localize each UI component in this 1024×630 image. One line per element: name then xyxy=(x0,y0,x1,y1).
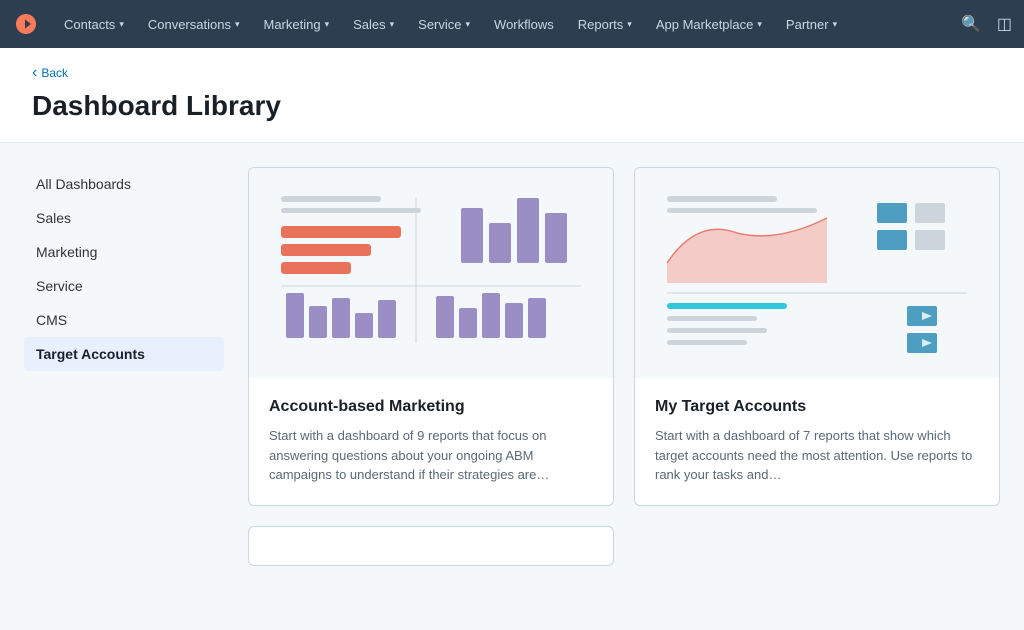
cards-grid: Account-based Marketing Start with a das… xyxy=(248,167,1000,606)
nav-reports[interactable]: Reports ▾ xyxy=(566,0,644,48)
card-abm-title: Account-based Marketing xyxy=(269,398,593,416)
back-button[interactable]: Back xyxy=(32,64,992,82)
nav-right-icons: 🔍 ◫ xyxy=(961,14,1012,34)
chevron-down-icon: ▾ xyxy=(757,19,762,30)
card-target-accounts-preview xyxy=(635,168,999,378)
chevron-down-icon: ▾ xyxy=(833,19,838,30)
card-target-accounts-description: Start with a dashboard of 7 reports that… xyxy=(655,426,979,485)
main-content: All Dashboards Sales Marketing Service C… xyxy=(0,143,1024,630)
nav-conversations[interactable]: Conversations ▾ xyxy=(136,0,252,48)
chevron-down-icon: ▾ xyxy=(325,19,330,30)
main-nav: Contacts ▾ Conversations ▾ Marketing ▾ S… xyxy=(0,0,1024,48)
sidebar-item-service[interactable]: Service xyxy=(24,269,224,303)
sidebar-item-cms[interactable]: CMS xyxy=(24,303,224,337)
hubspot-logo[interactable] xyxy=(12,10,40,38)
nav-contacts[interactable]: Contacts ▾ xyxy=(52,0,136,48)
nav-app-marketplace[interactable]: App Marketplace ▾ xyxy=(644,0,774,48)
card-target-accounts-body: My Target Accounts Start with a dashboar… xyxy=(635,378,999,505)
chevron-down-icon: ▾ xyxy=(466,19,471,30)
card-abm[interactable]: Account-based Marketing Start with a das… xyxy=(248,167,614,506)
card-abm-description: Start with a dashboard of 9 reports that… xyxy=(269,426,593,485)
card-target-accounts[interactable]: My Target Accounts Start with a dashboar… xyxy=(634,167,1000,506)
search-icon[interactable]: 🔍 xyxy=(961,14,981,34)
page-title: Dashboard Library xyxy=(32,90,992,122)
nav-service[interactable]: Service ▾ xyxy=(406,0,482,48)
sidebar-item-all-dashboards[interactable]: All Dashboards xyxy=(24,167,224,201)
nav-items: Contacts ▾ Conversations ▾ Marketing ▾ S… xyxy=(52,0,961,48)
card-abm-body: Account-based Marketing Start with a das… xyxy=(249,378,613,505)
card-abm-preview xyxy=(249,168,613,378)
nav-sales[interactable]: Sales ▾ xyxy=(341,0,406,48)
chevron-down-icon: ▾ xyxy=(235,19,240,30)
card-target-accounts-title: My Target Accounts xyxy=(655,398,979,416)
chevron-down-icon: ▾ xyxy=(119,19,124,30)
header-section: Back Dashboard Library xyxy=(0,48,1024,143)
nav-partner[interactable]: Partner ▾ xyxy=(774,0,849,48)
grid-icon[interactable]: ◫ xyxy=(997,14,1012,34)
sidebar-item-sales[interactable]: Sales xyxy=(24,201,224,235)
card-partial[interactable] xyxy=(248,526,614,566)
chevron-down-icon: ▾ xyxy=(390,19,395,30)
sidebar: All Dashboards Sales Marketing Service C… xyxy=(24,167,224,606)
sidebar-item-marketing[interactable]: Marketing xyxy=(24,235,224,269)
chevron-down-icon: ▾ xyxy=(627,19,632,30)
sidebar-item-target-accounts[interactable]: Target Accounts xyxy=(24,337,224,371)
nav-marketing[interactable]: Marketing ▾ xyxy=(251,0,341,48)
nav-workflows[interactable]: Workflows xyxy=(482,0,566,48)
